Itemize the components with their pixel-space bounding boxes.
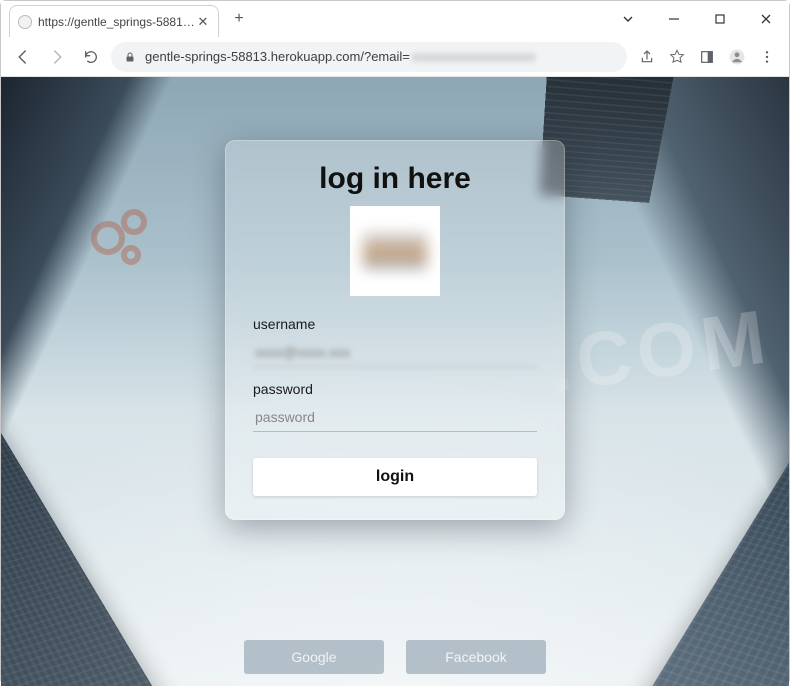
menu-icon[interactable] (753, 43, 781, 71)
building-decoration (609, 384, 789, 686)
address-toolbar: gentle-springs-58813.herokuapp.com/?emai… (1, 37, 789, 77)
forward-button[interactable] (43, 43, 71, 71)
lock-icon (123, 50, 137, 64)
tab-title: https://gentle_springs-58813.her (38, 15, 196, 29)
login-card: log in here username password login (225, 140, 565, 520)
username-label: username (253, 316, 537, 332)
username-input[interactable] (253, 338, 537, 367)
back-button[interactable] (9, 43, 37, 71)
obscured-logo-icon (363, 232, 427, 270)
window-titlebar: https://gentle_springs-58813.her ✕ + (1, 1, 789, 37)
window-controls (605, 1, 789, 37)
profile-icon[interactable] (723, 43, 751, 71)
maximize-button[interactable] (697, 1, 743, 37)
social-login-row: Google Facebook (244, 640, 546, 674)
share-icon[interactable] (633, 43, 661, 71)
chevron-down-icon[interactable] (605, 1, 651, 37)
close-window-button[interactable] (743, 1, 789, 37)
reload-button[interactable] (77, 43, 105, 71)
bookmark-icon[interactable] (663, 43, 691, 71)
page-content: .COM log in here username password login… (1, 77, 789, 686)
browser-tab[interactable]: https://gentle_springs-58813.her ✕ (9, 5, 219, 37)
building-decoration (1, 381, 186, 686)
password-label: password (253, 381, 537, 397)
address-url-obscured: xxxxxxxxxxxxxxxxxxx (412, 49, 536, 64)
login-logo (350, 206, 440, 296)
address-url: gentle-springs-58813.herokuapp.com/?emai… (145, 49, 410, 64)
google-login-button[interactable]: Google (244, 640, 384, 674)
password-input[interactable] (253, 403, 537, 432)
close-tab-icon[interactable]: ✕ (196, 15, 210, 29)
default-favicon-icon (18, 15, 32, 29)
minimize-button[interactable] (651, 1, 697, 37)
facebook-login-button[interactable]: Facebook (406, 640, 546, 674)
address-bar[interactable]: gentle-springs-58813.herokuapp.com/?emai… (111, 42, 627, 72)
new-tab-button[interactable]: + (225, 5, 253, 33)
extensions-icon[interactable] (693, 43, 721, 71)
login-title: log in here (253, 162, 537, 196)
login-button[interactable]: login (253, 458, 537, 496)
